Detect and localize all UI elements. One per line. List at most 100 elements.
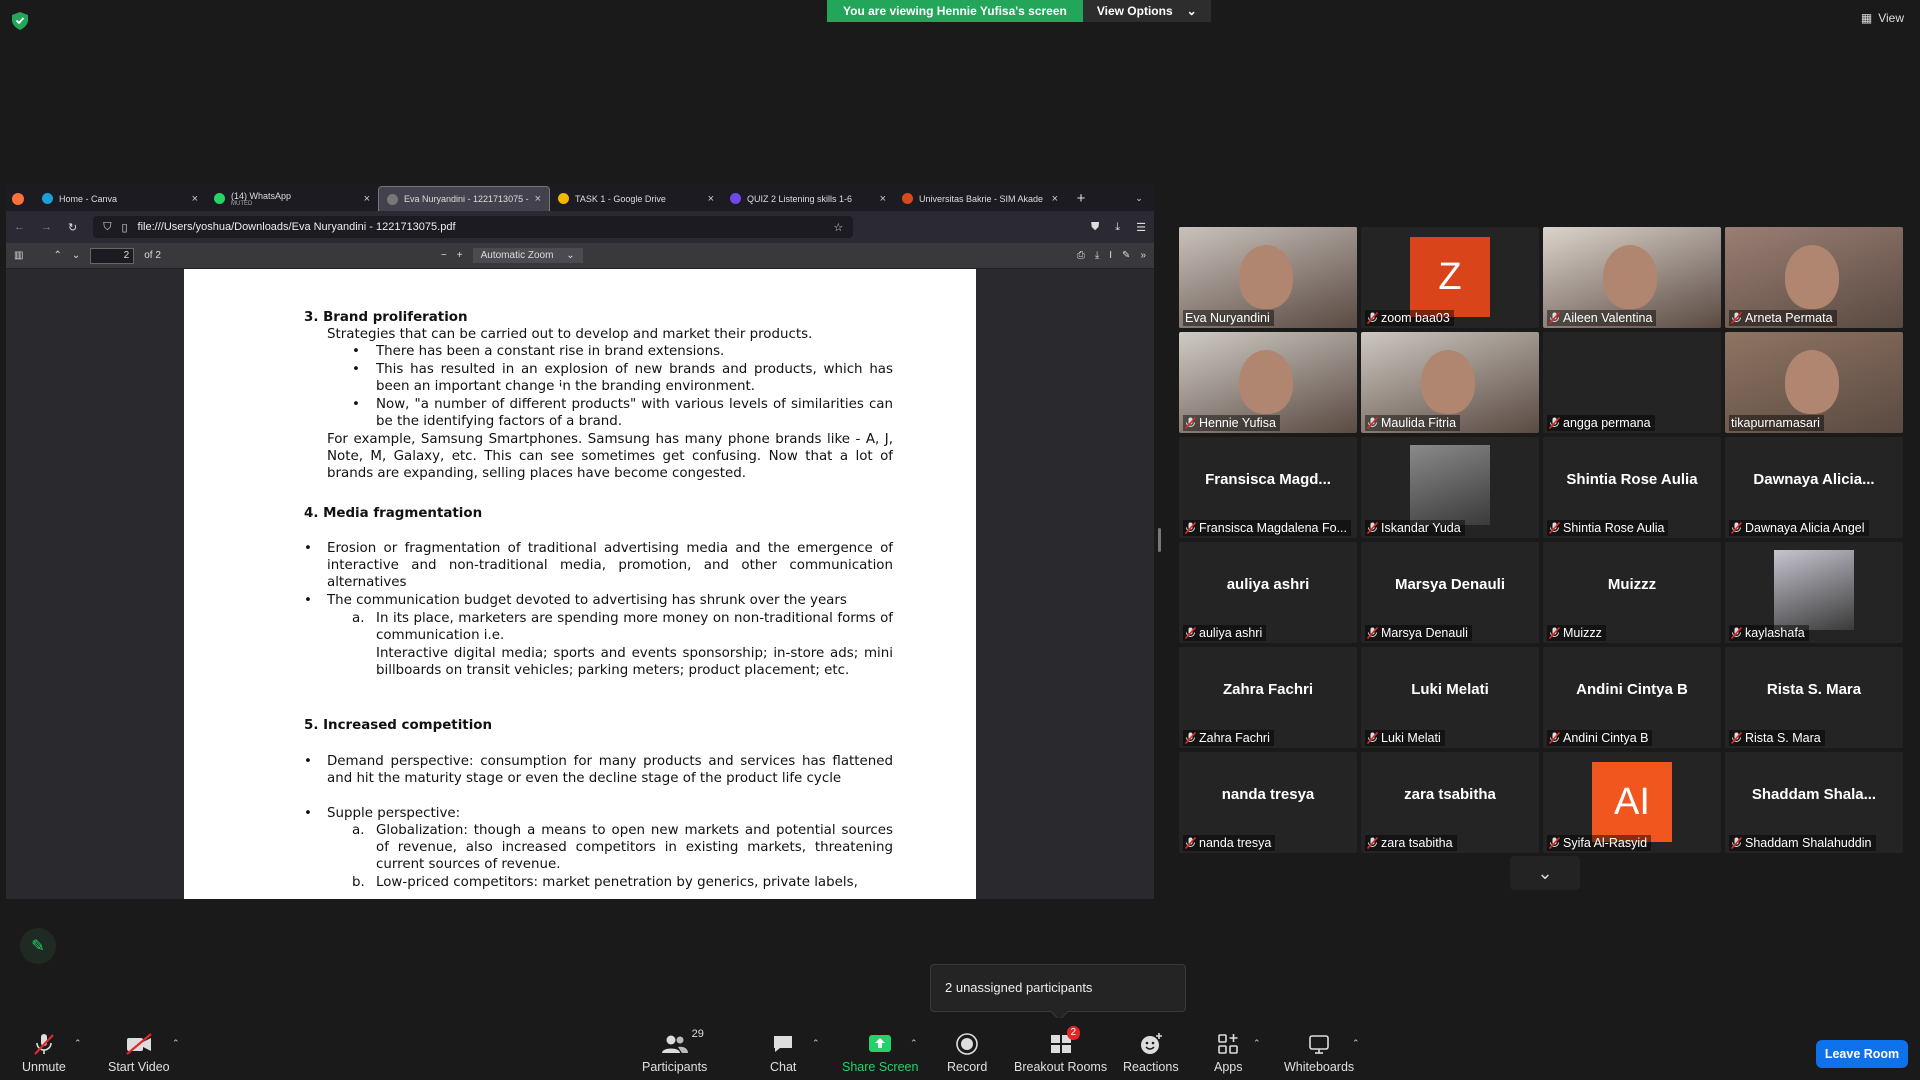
participant-tile[interactable]: Shaddam Shala... Shaddam Shalahuddin bbox=[1725, 752, 1903, 853]
new-tab-button[interactable]: + bbox=[1066, 186, 1096, 211]
participant-tile[interactable]: kaylashafa bbox=[1725, 542, 1903, 643]
whiteboards-options-caret[interactable]: ⌃ bbox=[1352, 1038, 1360, 1049]
participant-name-tag: Dawnaya Alicia Angel bbox=[1729, 520, 1869, 536]
reactions-button[interactable]: Reactions bbox=[1123, 1032, 1179, 1074]
participant-tile[interactable]: Rista S. Mara Rista S. Mara bbox=[1725, 647, 1903, 748]
bookmark-star-icon[interactable]: ☆ bbox=[833, 221, 843, 234]
unmute-button[interactable]: Unmute bbox=[22, 1032, 66, 1074]
shield-outline-icon: ⛉ bbox=[103, 220, 112, 233]
participant-tile[interactable]: angga permana bbox=[1543, 332, 1721, 433]
print-icon[interactable]: ⎙ bbox=[1077, 250, 1085, 261]
breakout-rooms-icon: 2 bbox=[1049, 1026, 1081, 1056]
video-options-caret[interactable]: ⌃ bbox=[172, 1038, 180, 1049]
mic-muted-icon bbox=[1366, 311, 1379, 325]
next-page-icon[interactable]: ⌄ bbox=[72, 250, 80, 261]
participant-tile[interactable]: Iskandar Yuda bbox=[1361, 437, 1539, 538]
unassigned-participants-popup[interactable]: 2 unassigned participants bbox=[930, 964, 1186, 1012]
participant-tile[interactable]: Muizzz Muizzz bbox=[1543, 542, 1721, 643]
forward-icon[interactable]: → bbox=[41, 221, 52, 233]
participant-tile[interactable]: tikapurnamasari bbox=[1725, 332, 1903, 433]
bullet: • bbox=[352, 344, 360, 359]
pocket-icon[interactable]: ⛊ bbox=[1091, 221, 1099, 234]
participant-tile[interactable]: Eva Nuryandini bbox=[1179, 227, 1357, 328]
chat-options-caret[interactable]: ⌃ bbox=[812, 1038, 820, 1049]
participant-tile[interactable]: Marsya Denauli Marsya Denauli bbox=[1361, 542, 1539, 643]
participant-name-tag: auliya ashri bbox=[1183, 625, 1267, 641]
browser-tab[interactable]: TASK 1 - Google Drive × bbox=[550, 186, 722, 211]
share-screen-button[interactable]: Share Screen bbox=[842, 1032, 918, 1074]
tab-title: (14) WhatsApp MUTED bbox=[231, 191, 358, 207]
participant-tile[interactable]: nanda tresya nanda tresya bbox=[1179, 752, 1357, 853]
mic-muted-icon bbox=[1730, 521, 1743, 535]
participants-button[interactable]: 29 Participants bbox=[642, 1028, 707, 1074]
download-icon[interactable]: ⤓ bbox=[1115, 221, 1120, 234]
participant-tile[interactable]: auliya ashri auliya ashri bbox=[1179, 542, 1357, 643]
participant-name-tag: tikapurnamasari bbox=[1729, 415, 1824, 431]
gallery-next-page-button[interactable]: ⌄ bbox=[1510, 856, 1580, 890]
page-number-input[interactable]: 2 bbox=[90, 247, 135, 264]
sidebar-toggle-icon[interactable]: ▥ bbox=[14, 250, 23, 261]
participant-name: Arneta Permata bbox=[1745, 311, 1833, 325]
participant-tile[interactable]: Zahra Fachri Zahra Fachri bbox=[1179, 647, 1357, 748]
zoom-out-icon[interactable]: − bbox=[441, 250, 447, 261]
browser-tab[interactable]: Universitas Bakrie - SIM Akade × bbox=[894, 186, 1066, 211]
people-icon: 29 bbox=[660, 1028, 704, 1056]
text-cursor-icon[interactable]: I bbox=[1109, 250, 1112, 261]
breakout-rooms-label: Breakout Rooms bbox=[1014, 1060, 1108, 1074]
participant-tile[interactable]: Arneta Permata bbox=[1725, 227, 1903, 328]
participant-tile[interactable]: AI Syifa Al-Rasyid bbox=[1543, 752, 1721, 853]
share-options-caret[interactable]: ⌃ bbox=[910, 1038, 918, 1049]
zoom-in-icon[interactable]: + bbox=[457, 250, 463, 261]
pdf-viewport[interactable]: 3. Brand proliferation Strategies that c… bbox=[6, 269, 1154, 899]
close-tab-icon[interactable]: × bbox=[708, 193, 714, 205]
participant-tile[interactable]: Zzoom baa03 bbox=[1361, 227, 1539, 328]
participant-center-name: zara tsabitha bbox=[1404, 786, 1496, 803]
view-button[interactable]: ▦ View bbox=[1861, 11, 1904, 25]
close-tab-icon[interactable]: × bbox=[364, 193, 370, 205]
participant-tile[interactable]: Maulida Fitria bbox=[1361, 332, 1539, 433]
close-tab-icon[interactable]: × bbox=[535, 193, 541, 205]
extensions-icon[interactable]: ☰ bbox=[1136, 221, 1146, 234]
participant-tile[interactable]: Shintia Rose Aulia Shintia Rose Aulia bbox=[1543, 437, 1721, 538]
browser-tab[interactable]: QUIZ 2 Listening skills 1-6 × bbox=[722, 186, 894, 211]
start-video-label: Start Video bbox=[108, 1060, 170, 1074]
shield-icon[interactable] bbox=[12, 12, 28, 30]
zoom-select[interactable]: Automatic Zoom ⌄ bbox=[472, 248, 583, 263]
apps-options-caret[interactable]: ⌃ bbox=[1253, 1038, 1261, 1049]
participant-tile[interactable]: Aileen Valentina bbox=[1543, 227, 1721, 328]
participant-tile[interactable]: Andini Cintya B Andini Cintya B bbox=[1543, 647, 1721, 748]
start-video-button[interactable]: Start Video bbox=[108, 1032, 170, 1074]
view-options-button[interactable]: View Options ⌄ bbox=[1082, 0, 1211, 22]
annotate-button[interactable]: ✎ bbox=[20, 928, 56, 964]
shared-screen: Home - Canva × (14) WhatsApp MUTED × Eva Nury… bbox=[6, 184, 1154, 899]
breakout-rooms-button[interactable]: 2 Breakout Rooms bbox=[1014, 1026, 1108, 1074]
browser-tab[interactable]: Eva Nuryandini - 1221713075 - Eva × bbox=[378, 186, 550, 211]
whiteboards-button[interactable]: Whiteboards bbox=[1284, 1032, 1354, 1074]
url-field[interactable]: ⛉ ▯ file:///Users/yoshua/Downloads/Eva N… bbox=[93, 216, 854, 238]
reload-icon[interactable]: ↻ bbox=[68, 221, 77, 234]
browser-tab[interactable]: (14) WhatsApp MUTED × bbox=[206, 186, 378, 211]
back-icon[interactable]: ← bbox=[14, 221, 25, 233]
draw-icon[interactable]: ✎ bbox=[1122, 250, 1130, 261]
participant-tile[interactable]: Dawnaya Alicia... Dawnaya Alicia Angel bbox=[1725, 437, 1903, 538]
close-tab-icon[interactable]: × bbox=[1052, 193, 1058, 205]
chat-button[interactable]: Chat bbox=[770, 1032, 796, 1074]
participant-tile[interactable]: Luki Melati Luki Melati bbox=[1361, 647, 1539, 748]
apps-button[interactable]: Apps bbox=[1214, 1032, 1243, 1074]
close-tab-icon[interactable]: × bbox=[192, 193, 198, 205]
participant-tile[interactable]: zara tsabitha zara tsabitha bbox=[1361, 752, 1539, 853]
browser-tab[interactable]: Home - Canva × bbox=[34, 186, 206, 211]
record-button[interactable]: Record bbox=[947, 1032, 987, 1074]
leave-room-button[interactable]: Leave Room bbox=[1816, 1040, 1908, 1068]
tab-list-button[interactable]: ⌄ bbox=[1124, 186, 1154, 211]
save-icon[interactable]: ⤓ bbox=[1095, 250, 1099, 261]
audio-options-caret[interactable]: ⌃ bbox=[74, 1038, 82, 1049]
participant-name-tag: kaylashafa bbox=[1729, 625, 1809, 641]
splitter-handle[interactable] bbox=[1158, 528, 1161, 552]
more-tools-icon[interactable]: » bbox=[1140, 250, 1146, 261]
paragraph: For example, Samsung Smartphones. Samsun… bbox=[327, 432, 893, 482]
participant-tile[interactable]: Hennie Yufisa bbox=[1179, 332, 1357, 433]
participant-tile[interactable]: Fransisca Magd... Fransisca Magdalena Fo.… bbox=[1179, 437, 1357, 538]
close-tab-icon[interactable]: × bbox=[880, 193, 886, 205]
prev-page-icon[interactable]: ⌃ bbox=[53, 250, 61, 261]
